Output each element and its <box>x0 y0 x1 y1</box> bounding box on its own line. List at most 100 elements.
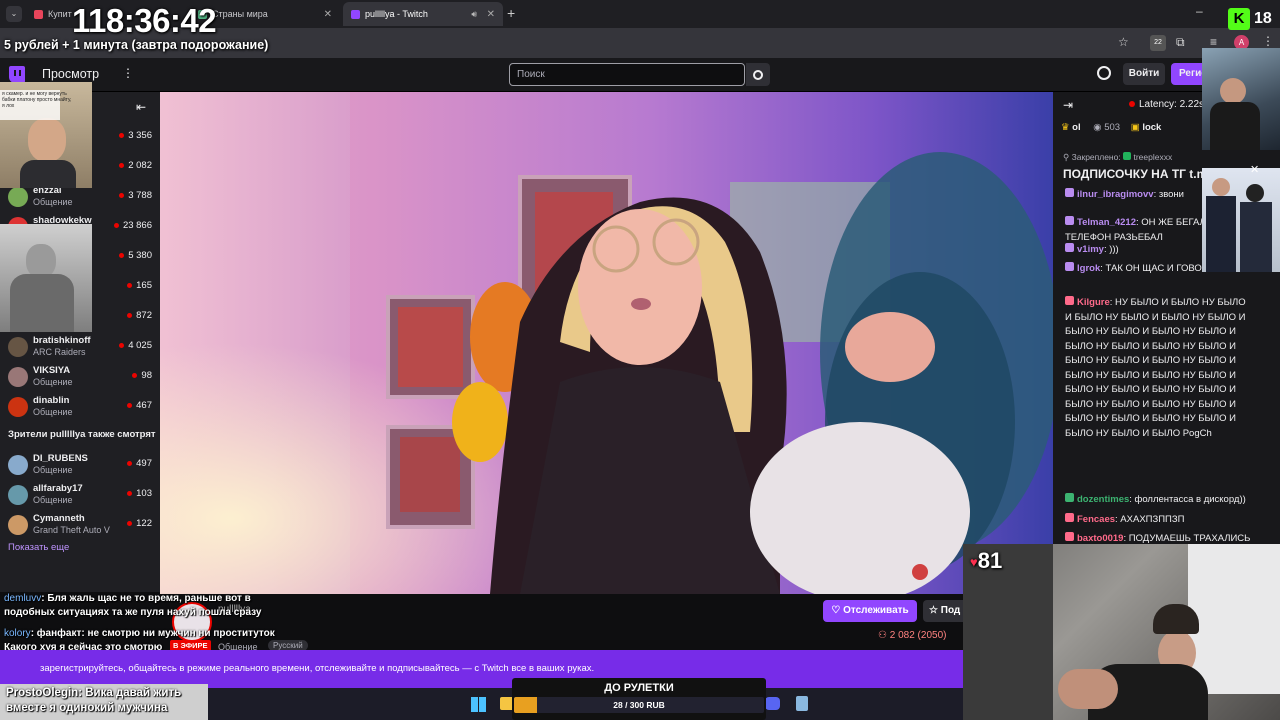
sidebar-channel[interactable]: VIKSIYA Общение 98 <box>0 362 160 392</box>
chat-message: Kilgure: НУ БЫЛО И БЫЛО НУ БЫЛО И БЫЛО Н… <box>1065 296 1255 488</box>
channel-viewers: 165 <box>127 280 152 291</box>
k-counter-badge: K 18 <box>1228 8 1272 30</box>
windows-start-icon[interactable] <box>471 697 486 712</box>
speaker-icon[interactable]: 🔊︎ <box>471 9 477 20</box>
login-button[interactable]: Войти <box>1123 63 1165 85</box>
more-dots-icon[interactable]: ⋮ <box>122 66 134 80</box>
cam-sign-text: я скамер. и не могу вернуть бабки платон… <box>2 91 72 109</box>
sidebar-channel[interactable]: bratishkinoff ARC Raiders 4 025 <box>0 332 160 362</box>
pinned-label: Закреплено: <box>1071 152 1121 162</box>
collapse-chat-icon[interactable]: ⇥ <box>1063 98 1073 113</box>
channel-viewers: 122 <box>127 518 152 529</box>
pin-icon: ⚲ <box>1063 152 1070 162</box>
chat-username[interactable]: Kilgure <box>1077 297 1110 308</box>
channel-avatar <box>8 337 28 357</box>
top-user-1[interactable]: ol <box>1072 122 1080 133</box>
overlay-chat-user: kolory <box>4 628 31 639</box>
channel-viewers: 98 <box>132 370 152 381</box>
more-menu-icon[interactable]: ⋮ <box>1262 34 1274 48</box>
show-more-link[interactable]: Показать еще <box>8 542 69 553</box>
notifications-icon[interactable] <box>1097 66 1111 80</box>
channel-game: Общение <box>33 377 73 387</box>
video-player[interactable] <box>160 92 1053 594</box>
stream-video-frame <box>160 92 1053 594</box>
k-logo-icon: K <box>1228 8 1250 30</box>
verified-icon <box>1123 152 1132 160</box>
channel-viewers: 3 356 <box>119 130 152 141</box>
channel-avatar <box>8 397 28 417</box>
channel-viewers: 5 380 <box>119 250 152 261</box>
channel-game: Общение <box>33 407 73 417</box>
overlay-chat-text: : фанфакт: не смотрю ни мужчин ни прости… <box>30 628 275 639</box>
recommended-channel[interactable]: Cymanneth Grand Theft Auto V 122 <box>0 510 160 540</box>
channel-game: Общение <box>33 197 73 207</box>
overlay-chat-line: kolory: фанфакт: не смотрю ни мужчин ни … <box>4 627 304 641</box>
channel-viewers: 4 025 <box>119 340 152 351</box>
twitch-logo-icon[interactable] <box>9 66 25 83</box>
search-button[interactable] <box>746 63 770 86</box>
chat-text: : ПОДУМАЕШЬ ТРАХАЛИСЬ <box>1123 533 1251 544</box>
chat-username[interactable]: baxto0019 <box>1077 533 1123 544</box>
tab-label: Купит <box>48 9 72 19</box>
chat-text: : фоллентасса в дискорд)) <box>1129 494 1246 505</box>
latency-label: Latency: 2.22s <box>1129 98 1204 113</box>
chat-text: : АХАХПЗППЗП <box>1115 514 1185 525</box>
subscribe-button[interactable]: ☆ Под <box>923 600 963 622</box>
lock-icon: ▣ <box>1130 122 1140 133</box>
chat-username[interactable]: Fencaes <box>1077 514 1115 525</box>
roulette-progress: 28 / 300 RUB <box>613 700 665 710</box>
overlay-chat-text: : Бля жаль щас не то время, раньше вот в… <box>4 593 262 618</box>
chat-username[interactable]: Telman_4212 <box>1077 217 1136 228</box>
twitch-favicon-icon <box>351 9 360 19</box>
roulette-widget: ДО РУЛЕТКИ 28 / 300 RUB <box>512 678 766 720</box>
browse-link[interactable]: Просмотр <box>42 67 99 81</box>
channel-avatar <box>8 367 28 387</box>
extensions-icon[interactable]: ⧉ <box>1176 35 1185 50</box>
minimize-icon[interactable]: – <box>1196 4 1203 18</box>
top-user-2[interactable]: lock <box>1142 122 1161 133</box>
close-tab-icon[interactable]: ✕ <box>487 9 495 20</box>
viewer-count: ⚇ 2 082 (2050) <box>878 630 946 641</box>
channel-name: DI_RUBENS <box>33 453 88 464</box>
roulette-title: ДО РУЛЕТКИ <box>604 682 674 694</box>
chat-username[interactable]: v1imy <box>1077 244 1104 255</box>
search-input[interactable]: Поиск <box>509 63 745 86</box>
heart-icon: ♥ <box>970 554 978 570</box>
chat-badge-icon <box>1065 243 1074 252</box>
tab-list-button[interactable]: ⌄ <box>6 6 22 22</box>
notepad-icon[interactable] <box>796 696 808 711</box>
webcam-main <box>963 544 1280 720</box>
recommended-channel[interactable]: DI_RUBENS Общение 497 <box>0 450 160 480</box>
chat-text: : НУ БЫЛО И БЫЛО НУ БЫЛО И БЫЛО НУ БЫЛО … <box>1065 297 1246 439</box>
tab-twitch[interactable]: pulllllya - Twitch 🔊︎ ✕ <box>343 2 503 26</box>
recommended-channel[interactable]: allfaraby17 Общение 103 <box>0 480 160 510</box>
chat-badge-icon <box>1065 532 1074 541</box>
channel-viewers: 23 866 <box>114 220 152 231</box>
discord-icon[interactable] <box>765 697 780 710</box>
chat-username[interactable]: lgrok <box>1077 263 1100 274</box>
channel-avatar <box>8 187 28 207</box>
extension-badge-icon[interactable]: 22 <box>1150 35 1166 51</box>
eye-icon: ◉ <box>1093 122 1102 133</box>
collapse-sidebar-icon[interactable]: ⇤ <box>136 100 146 114</box>
cam-second-left <box>0 224 92 332</box>
pinned-user[interactable]: treeplexxx <box>1133 152 1172 162</box>
person-icon: ⚇ <box>878 630 887 641</box>
close-icon[interactable]: ✕ <box>1250 163 1259 176</box>
driver-camera <box>1202 48 1280 150</box>
search-icon <box>753 69 763 80</box>
follow-button[interactable]: ♡ Отслеживать <box>823 600 917 622</box>
chat-username[interactable]: dozentimes <box>1077 494 1129 505</box>
menu-icon[interactable]: ≡ <box>1210 35 1217 49</box>
promo-text: зарегистрируйтесь, общайтесь в режиме ре… <box>40 663 595 674</box>
chat-username[interactable]: ilnur_ibragimovv <box>1077 189 1154 200</box>
channel-name: allfaraby17 <box>33 483 83 494</box>
channel-viewers: 872 <box>127 310 152 321</box>
channel-viewers: 2 082 <box>119 160 152 171</box>
heart-outline-icon: ♡ <box>831 605 841 616</box>
bookmark-star-icon[interactable]: ☆ <box>1118 35 1129 49</box>
new-tab-button[interactable]: + <box>507 5 515 21</box>
sidebar-channel[interactable]: dinablin Общение 467 <box>0 392 160 422</box>
chat-badge-icon <box>1065 493 1074 502</box>
close-tab-icon[interactable]: ✕ <box>324 9 332 20</box>
